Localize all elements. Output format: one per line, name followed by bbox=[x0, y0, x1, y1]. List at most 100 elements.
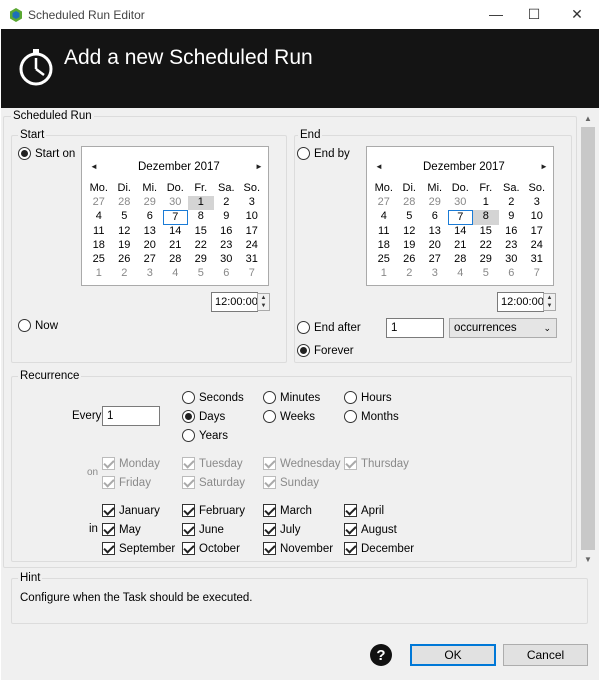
month-september[interactable]: September bbox=[102, 542, 175, 555]
monday-checkbox[interactable] bbox=[102, 457, 115, 470]
end-cal-day[interactable]: 31 bbox=[524, 253, 550, 267]
start-cal-day[interactable]: 1 bbox=[188, 196, 214, 211]
end-time-spinner[interactable]: ▲ ▼ bbox=[543, 293, 556, 311]
month-november[interactable]: November bbox=[263, 542, 333, 555]
end-after-option[interactable]: End after bbox=[297, 321, 361, 334]
unit-days-option[interactable]: Days bbox=[182, 410, 225, 423]
end-cal-day[interactable]: 5 bbox=[473, 267, 499, 281]
weekday-monday[interactable]: Monday bbox=[102, 457, 160, 470]
unit-months-option[interactable]: Months bbox=[344, 410, 399, 423]
start-cal-day[interactable]: 5 bbox=[112, 210, 138, 224]
start-cal-grid[interactable]: Mo. Di. Mi. Do. Fr. Sa. So. 27 28 29 30 1 2 3 4 5 6 7 8 9 10… bbox=[86, 182, 265, 281]
month-june[interactable]: June bbox=[182, 523, 224, 536]
start-cal-day[interactable]: 4 bbox=[86, 210, 112, 224]
end-cal-day[interactable]: 17 bbox=[524, 225, 550, 239]
start-cal-month[interactable]: Dezember 2017 bbox=[138, 161, 220, 173]
end-cal-day[interactable]: 9 bbox=[499, 210, 525, 224]
start-cal-day[interactable]: 17 bbox=[239, 225, 265, 239]
unit-weeks-option[interactable]: Weeks bbox=[263, 410, 315, 423]
start-cal-day[interactable]: 23 bbox=[214, 239, 240, 253]
close-button[interactable]: ✕ bbox=[559, 3, 595, 25]
weekday-saturday[interactable]: Saturday bbox=[182, 476, 245, 489]
weekday-thursday[interactable]: Thursday bbox=[344, 457, 409, 470]
start-cal-day[interactable]: 22 bbox=[188, 239, 214, 253]
february-checkbox[interactable] bbox=[182, 504, 195, 517]
minimize-button[interactable]: — bbox=[478, 3, 514, 25]
start-cal-day[interactable]: 9 bbox=[214, 210, 240, 224]
every-input[interactable]: 1 bbox=[102, 406, 160, 426]
month-december[interactable]: December bbox=[344, 542, 414, 555]
saturday-checkbox[interactable] bbox=[182, 476, 195, 489]
july-checkbox[interactable] bbox=[263, 523, 276, 536]
tuesday-checkbox[interactable] bbox=[182, 457, 195, 470]
november-checkbox[interactable] bbox=[263, 542, 276, 555]
start-cal-next-icon[interactable]: ► bbox=[255, 162, 263, 171]
start-cal-day[interactable]: 19 bbox=[112, 239, 138, 253]
end-cal-day[interactable]: 19 bbox=[397, 239, 423, 253]
start-now-radio[interactable] bbox=[18, 319, 31, 332]
help-icon[interactable]: ? bbox=[370, 644, 392, 666]
maximize-button[interactable]: ☐ bbox=[516, 3, 552, 25]
start-cal-day[interactable]: 8 bbox=[188, 210, 214, 224]
scroll-thumb[interactable] bbox=[581, 127, 595, 550]
start-cal-day[interactable]: 27 bbox=[137, 253, 163, 267]
unit-years-option[interactable]: Years bbox=[182, 429, 228, 442]
start-cal-day[interactable]: 13 bbox=[137, 225, 163, 239]
cancel-button[interactable]: Cancel bbox=[503, 644, 588, 666]
unit-minutes-option[interactable]: Minutes bbox=[263, 391, 320, 404]
month-march[interactable]: March bbox=[263, 504, 312, 517]
weekday-sunday[interactable]: Sunday bbox=[263, 476, 319, 489]
august-checkbox[interactable] bbox=[344, 523, 357, 536]
start-cal-day[interactable]: 31 bbox=[239, 253, 265, 267]
start-on-radio[interactable] bbox=[18, 147, 31, 160]
end-cal-day[interactable]: 1 bbox=[473, 196, 499, 210]
ok-button[interactable]: OK bbox=[410, 644, 496, 666]
month-july[interactable]: July bbox=[263, 523, 300, 536]
january-checkbox[interactable] bbox=[102, 504, 115, 517]
start-cal-day[interactable]: 18 bbox=[86, 239, 112, 253]
end-cal-day[interactable]: 1 bbox=[371, 267, 397, 281]
end-cal-day[interactable]: 16 bbox=[499, 225, 525, 239]
unit-weeks-radio[interactable] bbox=[263, 410, 276, 423]
end-cal-day[interactable]: 15 bbox=[473, 225, 499, 239]
unit-months-radio[interactable] bbox=[344, 410, 357, 423]
end-cal-day[interactable]: 8 bbox=[473, 210, 499, 225]
end-cal-day[interactable]: 10 bbox=[524, 210, 550, 224]
end-cal-day[interactable]: 5 bbox=[397, 210, 423, 224]
start-cal-day[interactable]: 3 bbox=[239, 196, 265, 210]
start-cal-day[interactable]: 26 bbox=[112, 253, 138, 267]
month-january[interactable]: January bbox=[102, 504, 160, 517]
end-cal-day[interactable]: 6 bbox=[499, 267, 525, 281]
unit-seconds-radio[interactable] bbox=[182, 391, 195, 404]
december-checkbox[interactable] bbox=[344, 542, 357, 555]
end-cal-day[interactable]: 27 bbox=[371, 196, 397, 210]
start-cal-day[interactable]: 6 bbox=[137, 210, 163, 224]
unit-years-radio[interactable] bbox=[182, 429, 195, 442]
end-cal-day[interactable]: 23 bbox=[499, 239, 525, 253]
weekday-tuesday[interactable]: Tuesday bbox=[182, 457, 243, 470]
end-cal-day[interactable]: 6 bbox=[422, 210, 448, 224]
end-after-unit-select[interactable]: occurrences ⌄ bbox=[449, 318, 557, 338]
start-now-option[interactable]: Now bbox=[18, 319, 58, 332]
scroll-down-icon[interactable]: ▼ bbox=[580, 551, 596, 567]
start-time-input[interactable]: 12:00:00 bbox=[211, 292, 258, 312]
end-cal-day[interactable]: 27 bbox=[422, 253, 448, 267]
end-cal-day[interactable]: 4 bbox=[371, 210, 397, 224]
end-cal-day[interactable]: 29 bbox=[473, 253, 499, 267]
start-cal-day[interactable]: 16 bbox=[214, 225, 240, 239]
end-cal-prev-icon[interactable]: ◄ bbox=[375, 162, 383, 171]
start-cal-day[interactable]: 14 bbox=[163, 225, 189, 239]
end-cal-day[interactable]: 2 bbox=[397, 267, 423, 281]
end-cal-day[interactable]: 25 bbox=[371, 253, 397, 267]
end-cal-day[interactable]: 29 bbox=[422, 196, 448, 210]
start-cal-day[interactable]: 11 bbox=[86, 225, 112, 239]
end-cal-day[interactable]: 12 bbox=[397, 225, 423, 239]
start-cal-day[interactable]: 1 bbox=[86, 267, 112, 281]
start-cal-day[interactable]: 3 bbox=[137, 267, 163, 281]
scroll-up-icon[interactable]: ▲ bbox=[580, 110, 596, 126]
start-cal-day[interactable]: 15 bbox=[188, 225, 214, 239]
september-checkbox[interactable] bbox=[102, 542, 115, 555]
start-cal-day[interactable]: 28 bbox=[163, 253, 189, 267]
end-cal-day[interactable]: 26 bbox=[397, 253, 423, 267]
end-cal-day[interactable]: 22 bbox=[473, 239, 499, 253]
